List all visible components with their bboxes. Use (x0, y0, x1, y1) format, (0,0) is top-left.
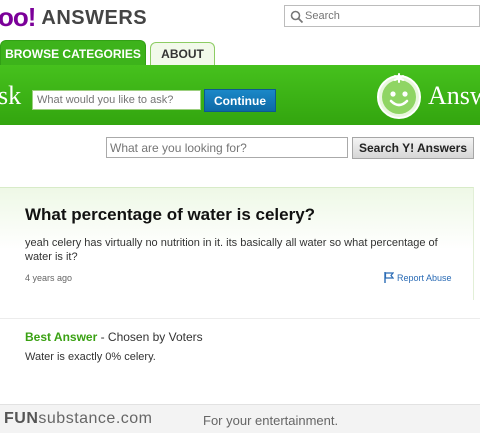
answers-brand-label: Answ (428, 81, 480, 110)
ask-bar: sk Continue Answ (0, 65, 480, 125)
question-timestamp: 4 years ago (25, 273, 73, 283)
logo-brand-text: oo! (0, 2, 36, 32)
watermark-footer: FUNsubstance.com For your entertainment. (0, 404, 480, 433)
question-body: yeah celery has virtually no nutrition i… (25, 237, 438, 263)
report-abuse-label[interactable]: Report Abuse (397, 273, 452, 283)
logo-answers-text: ANSWERS (41, 7, 148, 29)
best-answer-section: Best Answer - Chosen by Voters Water is … (0, 318, 480, 408)
watermark-brand-prefix: FUN (4, 410, 39, 427)
report-abuse-link[interactable]: Report Abuse (384, 272, 452, 283)
ask-question-input[interactable] (32, 90, 201, 110)
top-search-box[interactable] (284, 5, 480, 27)
flag-icon (384, 272, 394, 283)
search-answers-button[interactable]: Search Y! Answers (352, 137, 474, 159)
question-card: What percentage of water is celery? yeah… (0, 187, 474, 300)
search-input[interactable] (106, 137, 348, 158)
best-answer-label: Best Answer (25, 330, 98, 344)
search-icon (290, 10, 304, 24)
search-row: Search Y! Answers (0, 125, 480, 175)
yahoo-answers-logo[interactable]: oo! ANSWERS (0, 2, 148, 32)
best-answer-header: Best Answer - Chosen by Voters (25, 330, 203, 344)
watermark-brand-suffix: substance.com (38, 410, 153, 427)
header: oo! ANSWERS (0, 0, 480, 42)
tab-browse-categories[interactable]: BROWSE CATEGORIES (0, 40, 146, 66)
ask-label: sk (0, 81, 22, 110)
watermark-tagline: For your entertainment. (203, 413, 339, 428)
chosen-by-text: - Chosen by Voters (97, 330, 203, 344)
top-search-input[interactable] (305, 7, 475, 25)
continue-button[interactable]: Continue (204, 89, 276, 112)
mascot-icon (377, 73, 421, 119)
watermark-brand: FUNsubstance.com (4, 410, 153, 428)
best-answer-text: Water is exactly 0% celery. (25, 351, 156, 363)
tab-about[interactable]: ABOUT (150, 42, 215, 66)
question-title: What percentage of water is celery? (25, 205, 316, 224)
